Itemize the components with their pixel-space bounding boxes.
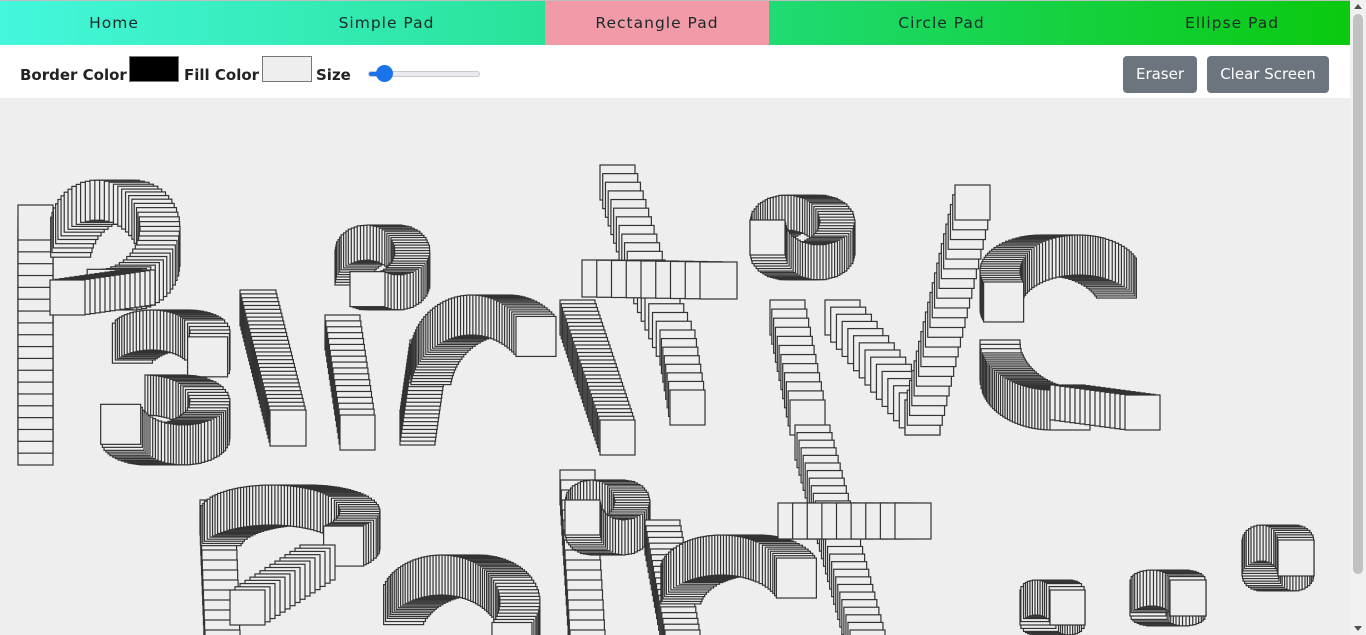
brush-stamp bbox=[339, 414, 376, 451]
brush-stamp bbox=[983, 281, 1025, 323]
brush-stamp bbox=[894, 502, 932, 540]
brush-stamp bbox=[564, 499, 601, 536]
brush-stamp bbox=[775, 557, 817, 599]
brush-stamp bbox=[669, 389, 706, 426]
brush-stamp bbox=[100, 403, 142, 445]
brush-stamp bbox=[17, 204, 54, 241]
nav-simple-pad[interactable]: Simple Pad bbox=[228, 1, 545, 45]
border-color-picker[interactable] bbox=[129, 56, 179, 82]
brush-stamp bbox=[1124, 394, 1161, 431]
brush-stamp bbox=[1169, 579, 1207, 617]
drawing-canvas[interactable] bbox=[0, 98, 1350, 635]
brush-stamp bbox=[849, 629, 886, 635]
nav-home[interactable]: Home bbox=[0, 1, 228, 45]
drawing-strokes bbox=[17, 164, 1315, 635]
clear-screen-button[interactable]: Clear Screen bbox=[1207, 56, 1329, 93]
brush-stamp bbox=[749, 219, 786, 256]
nav-ellipse-pad[interactable]: Ellipse Pad bbox=[1114, 1, 1350, 45]
brush-stamp bbox=[664, 629, 701, 635]
brush-stamp bbox=[515, 315, 557, 358]
size-label: Size bbox=[316, 66, 351, 84]
fill-color-picker[interactable] bbox=[262, 56, 312, 82]
scroll-down-arrow-icon[interactable] bbox=[1354, 626, 1362, 631]
nav-circle-pad[interactable]: Circle Pad bbox=[769, 1, 1114, 45]
brush-stamp bbox=[49, 279, 86, 316]
toolbar: Border Color : Fill Color : Size Eraser … bbox=[0, 45, 1350, 98]
brush-stamp bbox=[569, 629, 606, 635]
top-nav: Home Simple Pad Rectangle Pad Circle Pad… bbox=[0, 0, 1350, 45]
size-slider-thumb[interactable] bbox=[375, 65, 393, 82]
brush-stamp bbox=[229, 589, 266, 626]
nav-rectangle-pad[interactable]: Rectangle Pad bbox=[545, 1, 769, 45]
brush-stamp bbox=[599, 419, 636, 456]
brush-stamp bbox=[491, 621, 533, 635]
eraser-button[interactable]: Eraser bbox=[1123, 56, 1197, 93]
border-color-label: Border Color : bbox=[20, 66, 139, 84]
scroll-up-arrow-icon[interactable] bbox=[1354, 4, 1362, 9]
scroll-thumb[interactable] bbox=[1353, 14, 1363, 574]
brush-stamp bbox=[269, 409, 307, 447]
brush-stamp bbox=[1049, 589, 1086, 626]
vertical-scrollbar[interactable] bbox=[1350, 0, 1366, 635]
brush-stamp bbox=[349, 271, 386, 308]
brush-stamp bbox=[1277, 539, 1315, 577]
brush-stamp bbox=[954, 184, 991, 221]
brush-stamp bbox=[186, 336, 229, 378]
brush-stamp bbox=[204, 629, 241, 635]
brush-stamp bbox=[699, 261, 738, 300]
fill-color-label: Fill Color : bbox=[184, 66, 271, 84]
